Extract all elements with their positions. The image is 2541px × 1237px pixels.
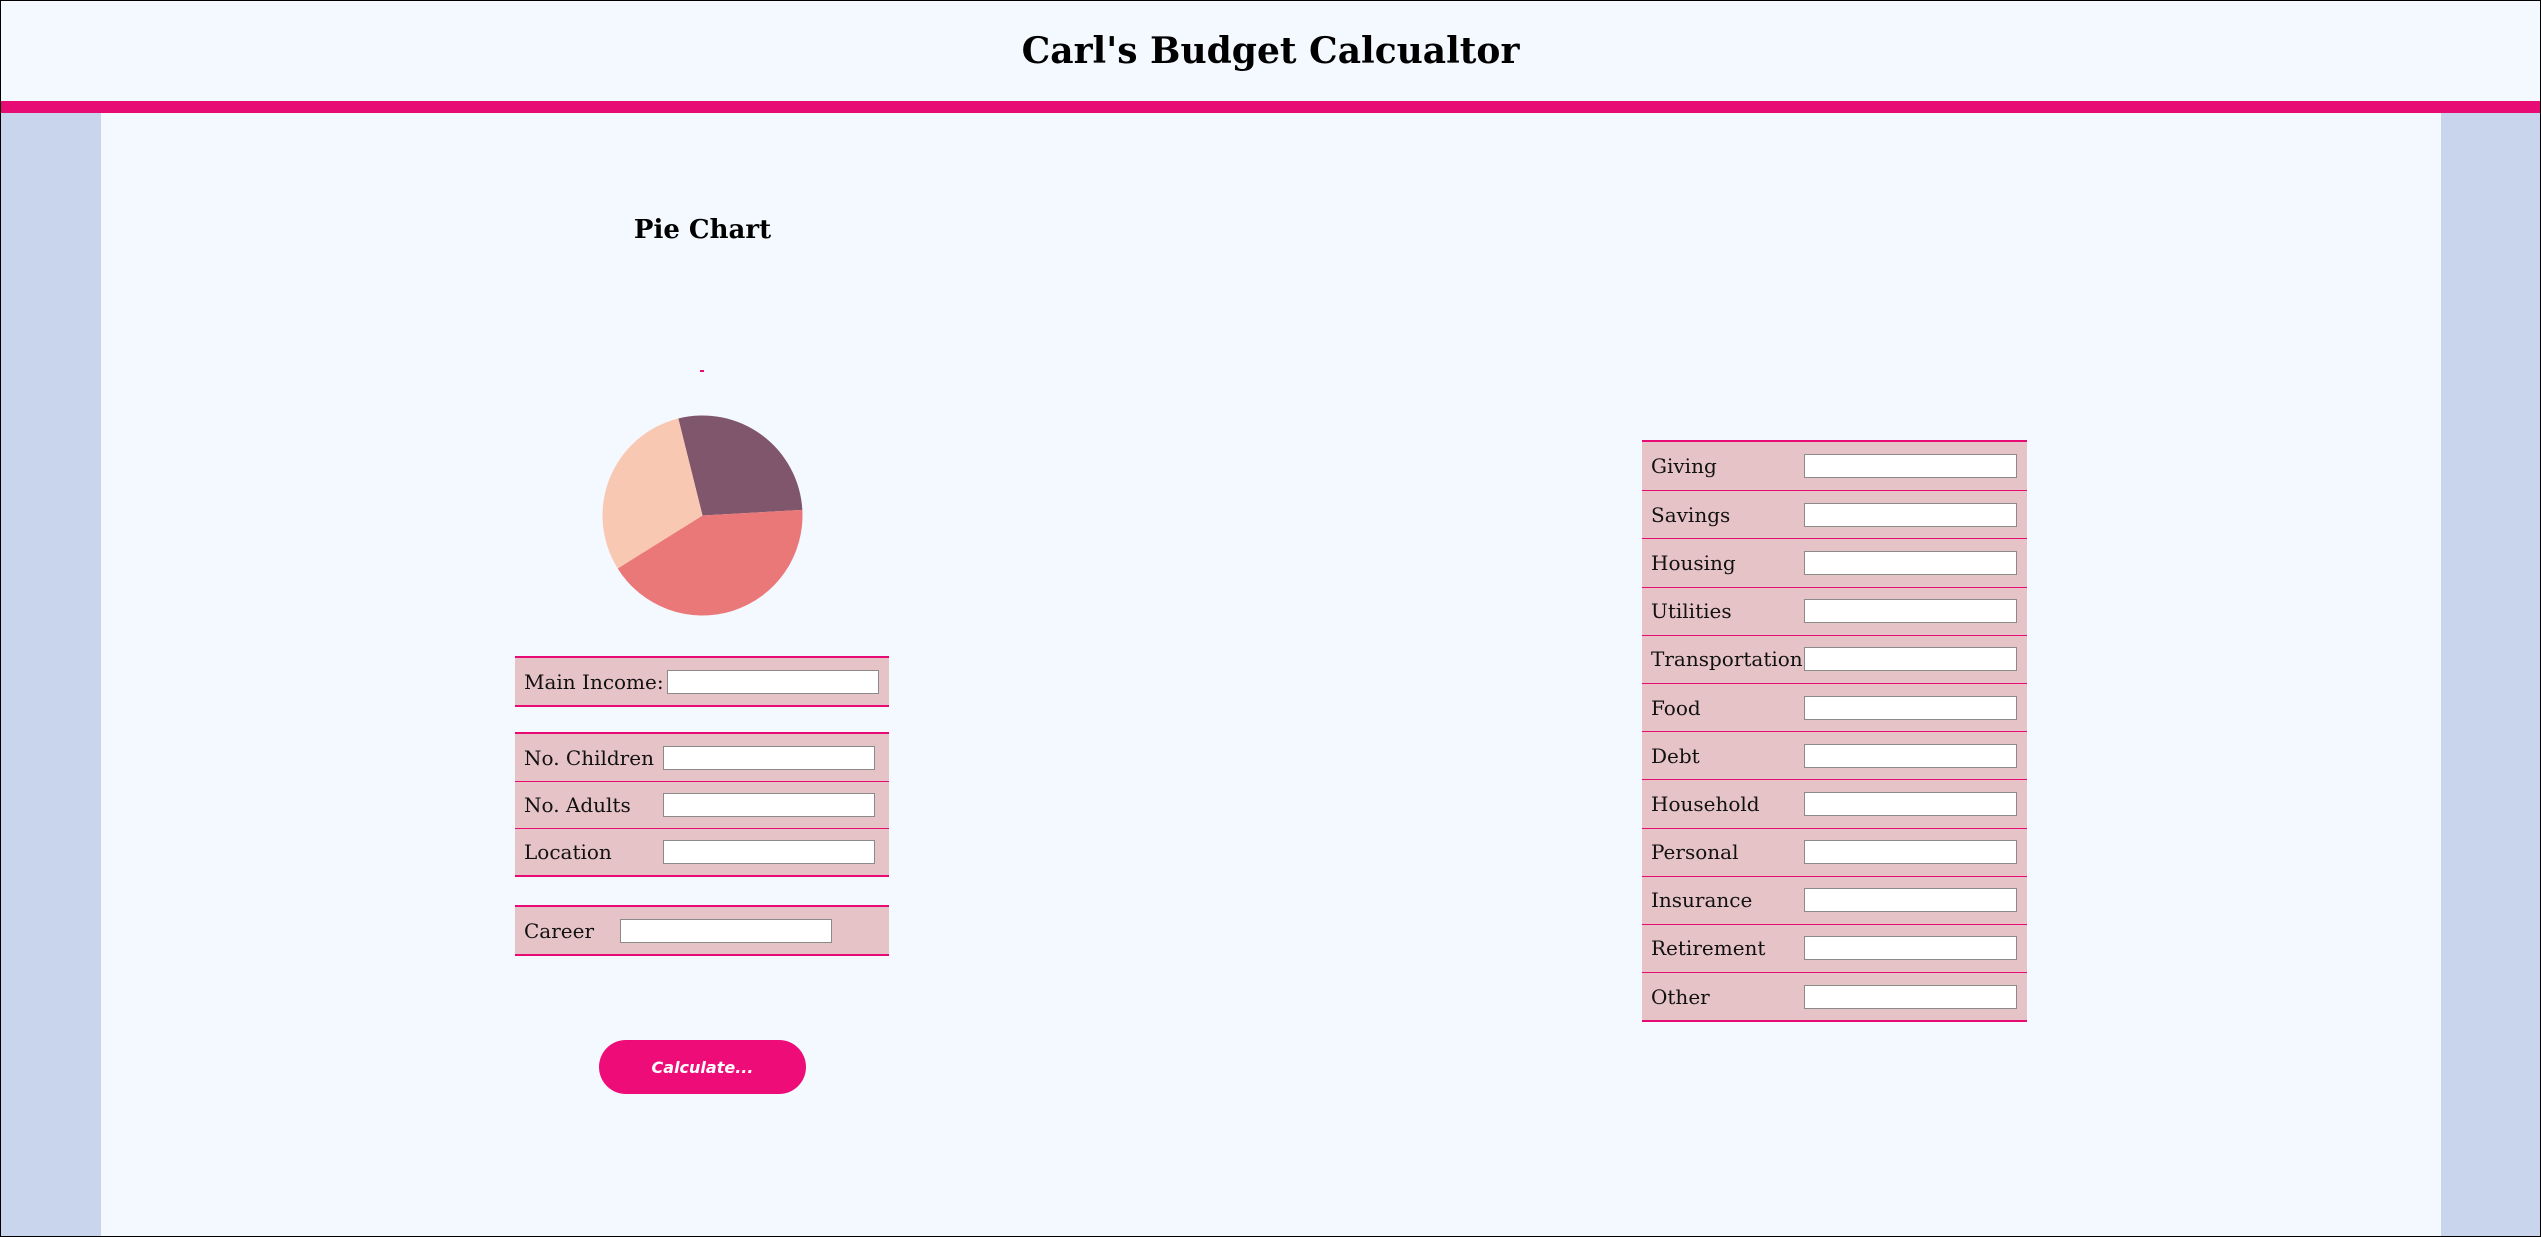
main-content [101, 113, 2441, 1236]
expense-label: Housing [1651, 550, 1736, 575]
expense-label: Insurance [1651, 888, 1753, 913]
expense-row-food: Food [1642, 682, 2027, 731]
right-sidebar [2441, 113, 2540, 1236]
personal-input[interactable] [1804, 840, 2017, 865]
utilities-input[interactable] [1804, 599, 2017, 624]
expense-label: Transportation [1651, 647, 1803, 672]
adults-row: No. Adults [515, 781, 889, 828]
expense-row-personal: Personal [1642, 827, 2027, 876]
expenses-group: Giving Savings Housing Utilities Transpo… [1642, 440, 2027, 1023]
adults-input[interactable] [663, 793, 875, 817]
expense-label: Savings [1651, 502, 1731, 527]
pie-chart [602, 415, 803, 616]
header: Carl's Budget Calcualtor [1, 1, 2540, 101]
main-income-input[interactable] [667, 669, 879, 694]
main-income-label: Main Income: [524, 669, 664, 694]
retirement-input[interactable] [1804, 936, 2017, 961]
expense-label: Other [1651, 984, 1710, 1009]
expense-row-debt: Debt [1642, 731, 2027, 779]
expense-label: Food [1651, 695, 1701, 720]
career-input[interactable] [620, 918, 832, 943]
savings-input[interactable] [1804, 502, 2017, 527]
expense-label: Debt [1651, 743, 1700, 768]
career-row: Career [515, 907, 889, 954]
children-input[interactable] [663, 745, 875, 770]
calculate-button[interactable]: Calculate... [599, 1040, 806, 1094]
expense-row-housing: Housing [1642, 538, 2027, 586]
expense-row-giving: Giving [1642, 442, 2027, 490]
main-income-row: Main Income: [515, 658, 889, 705]
location-row: Location [515, 828, 889, 875]
adults-label: No. Adults [524, 793, 631, 817]
chart-legend-marker [700, 370, 704, 372]
expense-label: Utilities [1651, 599, 1732, 624]
career-group: Career [515, 905, 889, 956]
chart-title: Pie Chart [633, 215, 772, 245]
expense-label: Giving [1651, 454, 1717, 479]
giving-input[interactable] [1804, 454, 2017, 479]
left-sidebar [1, 113, 101, 1236]
location-label: Location [524, 840, 612, 864]
housing-input[interactable] [1804, 550, 2017, 575]
children-label: No. Children [524, 745, 654, 770]
other-input[interactable] [1804, 984, 2017, 1009]
insurance-input[interactable] [1804, 888, 2017, 913]
expense-row-retirement: Retirement [1642, 923, 2027, 972]
debt-input[interactable] [1804, 743, 2017, 768]
income-group: Main Income: [515, 656, 889, 707]
expense-row-transportation: Transportation [1642, 634, 2027, 683]
page-title: Carl's Budget Calcualtor [1021, 30, 1520, 72]
expense-label: Personal [1651, 840, 1739, 865]
food-input[interactable] [1804, 695, 2017, 720]
expense-label: Retirement [1651, 936, 1766, 961]
transportation-input[interactable] [1804, 647, 2017, 672]
expense-row-savings: Savings [1642, 490, 2027, 538]
expense-row-insurance: Insurance [1642, 875, 2027, 924]
expense-row-utilities: Utilities [1642, 586, 2027, 635]
header-divider [1, 101, 2540, 113]
career-label: Career [524, 918, 595, 943]
expense-row-other: Other [1642, 972, 2027, 1020]
expense-row-household: Household [1642, 779, 2027, 827]
children-row: No. Children [515, 734, 889, 781]
location-input[interactable] [663, 840, 875, 864]
household-input[interactable] [1804, 791, 2017, 816]
household-group: No. Children No. Adults Location [515, 732, 889, 877]
expense-label: Household [1651, 791, 1760, 816]
